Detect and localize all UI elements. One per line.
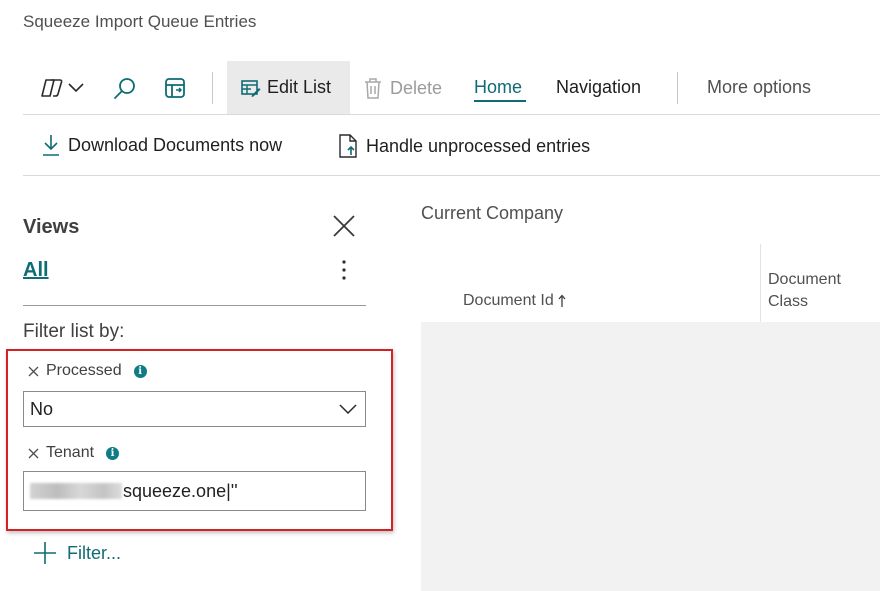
handle-unprocessed-label: Handle unprocessed entries xyxy=(366,135,591,156)
delete-button[interactable]: Delete xyxy=(364,77,442,99)
company-label: Current Company xyxy=(421,203,564,223)
views-title: Views xyxy=(23,216,80,238)
share-to-excel-icon[interactable] xyxy=(161,74,189,102)
filter-list-by-label: Filter list by: xyxy=(23,321,125,342)
list-grid-empty xyxy=(421,322,880,591)
edit-list-button[interactable]: Edit List xyxy=(227,61,350,114)
edit-list-label: Edit List xyxy=(267,77,332,97)
plus-icon xyxy=(34,542,56,564)
more-options-button[interactable]: More options xyxy=(707,77,811,98)
copilot-icon[interactable] xyxy=(38,74,66,102)
filter-processed-label-row: Processed i xyxy=(26,362,147,380)
more-vertical-icon[interactable] xyxy=(334,257,354,283)
toolbar-divider-line xyxy=(23,114,880,115)
download-icon xyxy=(43,135,59,156)
chevron-down-icon xyxy=(339,404,357,414)
tab-home[interactable]: Home xyxy=(474,77,522,98)
column-separator xyxy=(760,244,761,322)
info-icon[interactable]: i xyxy=(106,446,120,460)
chevron-down-icon[interactable] xyxy=(66,78,86,98)
column-header-document-class[interactable]: Document Class xyxy=(768,269,868,313)
remove-filter-icon[interactable] xyxy=(26,446,40,460)
views-divider xyxy=(23,305,366,306)
tenant-input-value: squeeze.one|'' xyxy=(123,480,238,501)
filter-tenant-label-row: Tenant i xyxy=(26,444,120,462)
edit-list-icon xyxy=(241,79,261,97)
redacted-text xyxy=(30,483,122,499)
tab-home-underline xyxy=(474,100,526,102)
add-filter-button[interactable]: Filter... xyxy=(33,541,121,565)
toolbar-divider xyxy=(212,72,213,104)
actionbar-divider-line xyxy=(23,175,880,176)
add-filter-label: Filter... xyxy=(67,542,122,563)
search-icon[interactable] xyxy=(111,74,139,102)
view-all-link[interactable]: All xyxy=(23,259,49,282)
remove-filter-icon[interactable] xyxy=(26,364,40,378)
filter-processed-label: Processed xyxy=(46,362,122,379)
toolbar-divider xyxy=(677,72,678,104)
sort-ascending-icon xyxy=(558,294,566,307)
trash-icon xyxy=(365,78,381,99)
tab-navigation[interactable]: Navigation xyxy=(556,77,641,98)
processed-select-value: No xyxy=(30,398,54,419)
delete-label: Delete xyxy=(390,77,443,98)
info-icon[interactable]: i xyxy=(133,364,147,378)
document-arrow-icon xyxy=(339,134,357,158)
column-header-label: Document Id xyxy=(463,292,554,309)
close-icon[interactable] xyxy=(330,212,358,240)
handle-unprocessed-button[interactable]: Handle unprocessed entries xyxy=(338,134,590,158)
column-header-document-id[interactable]: Document Id xyxy=(463,292,566,310)
download-documents-label: Download Documents now xyxy=(68,134,283,155)
processed-select[interactable]: No xyxy=(23,391,366,427)
page-title: Squeeze Import Queue Entries xyxy=(23,12,257,31)
filter-tenant-label: Tenant xyxy=(46,444,95,461)
download-documents-button[interactable]: Download Documents now xyxy=(42,134,282,156)
tenant-input[interactable]: squeeze.one|'' xyxy=(23,471,366,511)
